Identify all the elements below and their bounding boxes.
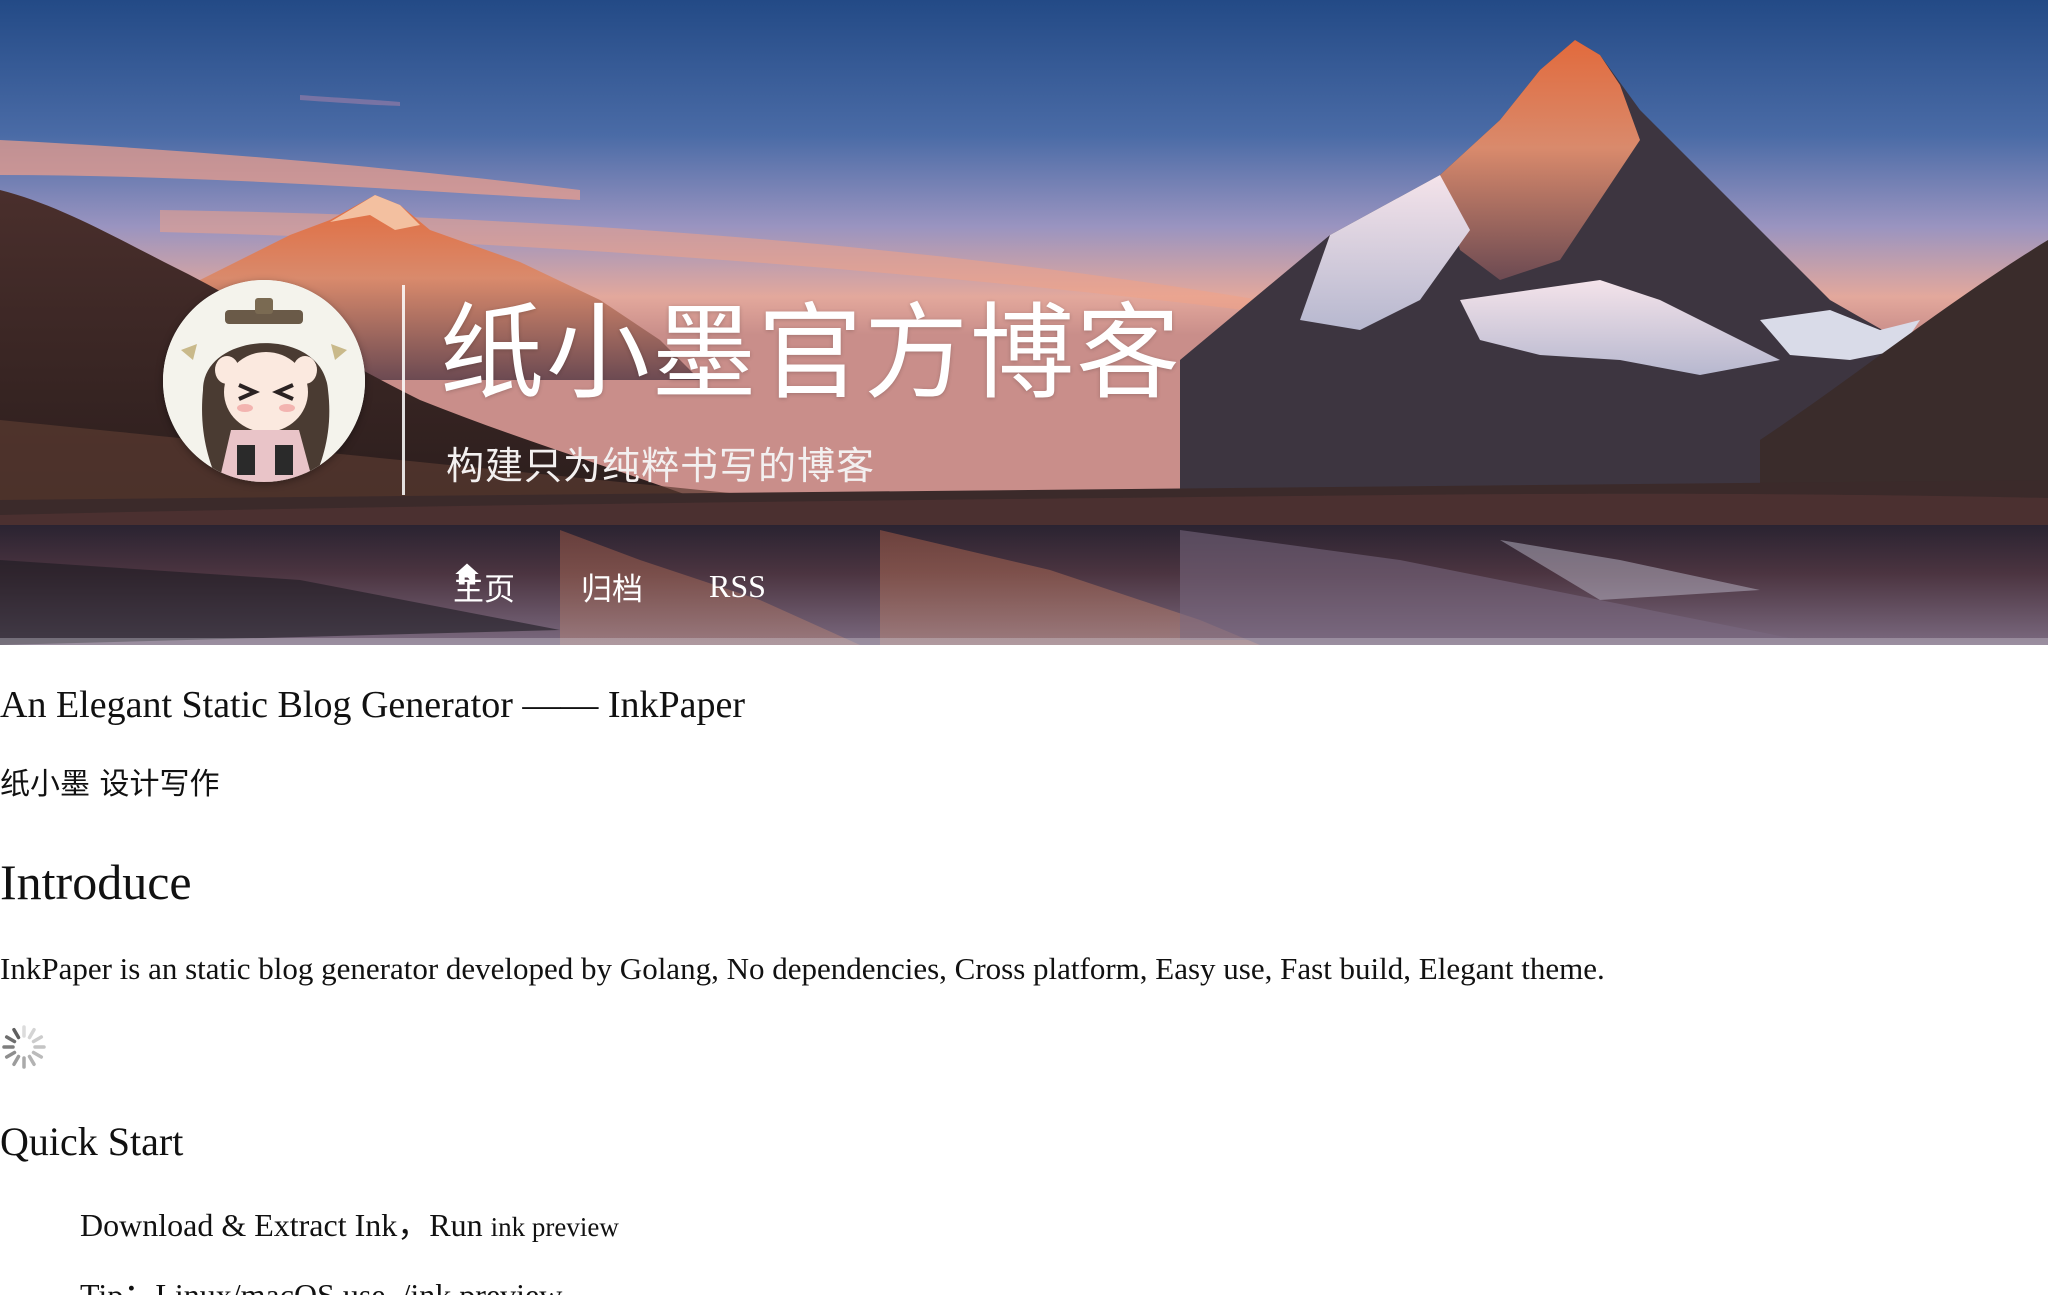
nav-item-rss[interactable]: RSS — [709, 568, 766, 605]
quick-start-step-2-clip: Tip：Linux/macOS use ./ink preview — [80, 1273, 780, 1295]
nav-item-archive-label: 归档 — [581, 571, 643, 608]
nav-item-home[interactable]: 主页 — [453, 563, 515, 609]
step-1-code: ink preview — [490, 1212, 619, 1242]
site-title[interactable]: 纸小墨官方博客 — [440, 288, 1182, 418]
intro-paragraph: InkPaper is an static blog generator dev… — [0, 951, 1605, 986]
main-nav: 主页 归档 RSS — [453, 560, 766, 612]
nav-item-rss-label: RSS — [709, 567, 766, 604]
step-1-text: Download & Extract Ink，Run — [80, 1207, 491, 1243]
avatar[interactable] — [163, 280, 365, 482]
blog-header-banner: 纸小墨官方博客 构建只为纯粹书写的博客 主页 归档 RSS — [0, 0, 2048, 645]
section-heading-introduce: Introduce — [0, 854, 192, 910]
header-divider — [402, 285, 405, 495]
site-subtitle: 构建只为纯粹书写的博客 — [446, 444, 876, 488]
quick-start-step-2: Tip：Linux/macOS use ./ink preview — [80, 1277, 563, 1295]
anime-girl-avatar-icon — [163, 280, 365, 482]
section-heading-quick-start: Quick Start — [0, 1119, 184, 1164]
loading-spinner-icon — [2, 1025, 46, 1069]
home-icon — [455, 563, 479, 585]
post-title[interactable]: An Elegant Static Blog Generator —— InkP… — [0, 680, 745, 730]
post-meta: 纸小墨 设计写作 — [0, 767, 220, 802]
quick-start-step-1: Download & Extract Ink，Run ink preview — [80, 1203, 619, 1249]
nav-item-archive[interactable]: 归档 — [581, 564, 643, 609]
